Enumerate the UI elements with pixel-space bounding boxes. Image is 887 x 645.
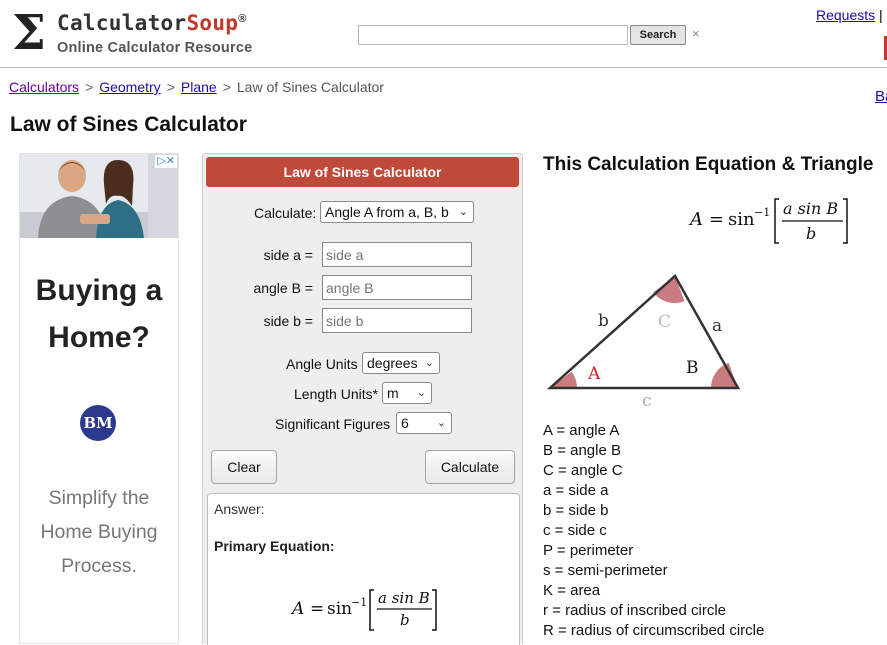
side-c-label: c bbox=[642, 391, 652, 411]
vertex-b-label: B bbox=[686, 358, 699, 378]
equation-numerator: a sin B bbox=[783, 199, 838, 218]
equation-equals: = bbox=[310, 599, 324, 619]
equation-func: sin bbox=[327, 599, 352, 619]
ad-subtext-line: Simplify the bbox=[48, 487, 150, 509]
vertex-a-label: A bbox=[587, 364, 601, 384]
chevron-down-icon: ⌄ bbox=[424, 357, 434, 369]
length-units-label: Length Units* bbox=[294, 386, 379, 402]
equation-func: sin bbox=[728, 209, 755, 230]
equation-numerator: a sin B bbox=[378, 589, 430, 607]
breadcrumb-link-plane[interactable]: Plane bbox=[181, 79, 217, 95]
equation-triangle-title: This Calculation Equation & Triangle bbox=[543, 154, 874, 175]
breadcrumb: Calculators > Geometry > Plane > Law of Sines … bbox=[9, 79, 384, 95]
advertisement[interactable]: ▷✕ Buying a Home? BM Simplify the Home B… bbox=[19, 153, 179, 644]
search-input[interactable] bbox=[358, 25, 628, 45]
side-a-label: a bbox=[712, 316, 722, 336]
legend-item: K = area bbox=[543, 582, 601, 599]
ad-subtext-line: Process. bbox=[61, 555, 137, 577]
legend-item: A = angle A bbox=[543, 422, 620, 439]
calculate-select[interactable]: Angle A from a, B, b ⌄ bbox=[320, 201, 474, 223]
registered-mark: ® bbox=[238, 13, 247, 25]
angle-units-label: Angle Units bbox=[286, 356, 358, 372]
equation-exponent: −1 bbox=[351, 596, 367, 609]
equation-equals: = bbox=[709, 209, 724, 230]
side-b-input[interactable] bbox=[322, 308, 472, 333]
site-logo-wordmark[interactable]: CalculatorSoup® bbox=[57, 11, 247, 35]
calculator-header: Law of Sines Calculator bbox=[206, 157, 519, 187]
legend-item: C = angle C bbox=[543, 462, 623, 479]
breadcrumb-separator: > bbox=[222, 79, 231, 95]
length-units-value: m bbox=[387, 385, 399, 401]
vertex-c-label: C bbox=[658, 312, 671, 332]
chevron-down-icon: ⌄ bbox=[436, 417, 446, 429]
ad-photo-couple[interactable]: ▷✕ bbox=[20, 154, 178, 238]
calculator-panel: Law of Sines Calculator Calculate: Angle… bbox=[202, 153, 523, 645]
nav-separator: | bbox=[879, 7, 883, 23]
page-title: Law of Sines Calculator bbox=[10, 113, 247, 136]
breadcrumb-link-calculators[interactable]: Calculators bbox=[9, 79, 79, 95]
variable-legend: A = angle A B = angle B C = angle C a = … bbox=[543, 421, 764, 641]
requests-link[interactable]: Requests bbox=[816, 7, 875, 23]
legend-item: P = perimeter bbox=[543, 542, 634, 559]
ad-headline-line: Buying a bbox=[35, 274, 163, 307]
side-b-label: b bbox=[598, 311, 609, 331]
primary-equation-label: Primary Equation: bbox=[214, 538, 335, 554]
equation-denominator: b bbox=[806, 224, 816, 243]
main-equation: A = sin −1 a sin B b bbox=[688, 198, 848, 244]
side-nav-link[interactable]: Ba bbox=[875, 88, 887, 105]
answer-equation: A = sin −1 a sin B b bbox=[290, 589, 437, 631]
calculate-button[interactable]: Calculate bbox=[425, 450, 515, 484]
ad-headline-line: Home? bbox=[48, 321, 150, 354]
breadcrumb-current: Law of Sines Calculator bbox=[236, 79, 384, 95]
search-button[interactable]: Search bbox=[630, 25, 686, 45]
angle-b-input[interactable] bbox=[322, 275, 472, 300]
significant-figures-select[interactable]: 6 ⌄ bbox=[396, 412, 452, 434]
angle-units-value: degrees bbox=[367, 355, 418, 371]
legend-item: a = side a bbox=[543, 482, 609, 499]
side-b-label: side b = bbox=[263, 313, 313, 329]
clear-search-icon[interactable]: × bbox=[692, 26, 700, 41]
site-header: Σ CalculatorSoup® Online Calculator Reso… bbox=[0, 0, 887, 68]
chevron-down-icon: ⌄ bbox=[416, 387, 426, 399]
significant-figures-label: Significant Figures bbox=[275, 416, 391, 432]
legend-item: r = radius of inscribed circle bbox=[543, 602, 726, 619]
equation-exponent: −1 bbox=[754, 206, 770, 219]
breadcrumb-link-geometry[interactable]: Geometry bbox=[99, 79, 160, 95]
calculate-label: Calculate: bbox=[254, 205, 317, 221]
chevron-down-icon: ⌄ bbox=[458, 206, 468, 218]
ad-headline: Buying a Home? bbox=[20, 267, 178, 361]
length-units-select[interactable]: m ⌄ bbox=[382, 382, 432, 404]
ad-subtext: Simplify the Home Buying Process. bbox=[20, 481, 178, 583]
sigma-logo-icon[interactable]: Σ bbox=[12, 8, 52, 58]
legend-item: s = semi-perimeter bbox=[543, 562, 668, 579]
triangle-outline bbox=[546, 274, 741, 390]
brand-prefix: Calculator bbox=[57, 11, 187, 35]
answer-panel: Answer: Primary Equation: A = sin −1 a s… bbox=[207, 493, 520, 645]
legend-item: b = side b bbox=[543, 502, 609, 519]
answer-label: Answer: bbox=[214, 501, 265, 517]
side-a-input[interactable] bbox=[322, 242, 472, 267]
side-a-label: side a = bbox=[263, 247, 313, 263]
ad-subtext-line: Home Buying bbox=[40, 521, 158, 543]
brand-suffix: Soup bbox=[186, 11, 239, 35]
ad-brand-logo: BM bbox=[80, 405, 116, 441]
angle-units-select[interactable]: degrees ⌄ bbox=[362, 352, 440, 374]
significant-figures-value: 6 bbox=[401, 415, 409, 431]
breadcrumb-separator: > bbox=[85, 79, 94, 95]
breadcrumb-separator: > bbox=[166, 79, 175, 95]
calculate-select-value: Angle A from a, B, b bbox=[325, 204, 449, 220]
legend-item: c = side c bbox=[543, 522, 607, 539]
site-tagline: Online Calculator Resource bbox=[57, 40, 253, 56]
equation-denominator: b bbox=[400, 611, 410, 629]
equation-lhs: A bbox=[290, 599, 304, 619]
triangle-diagram: A B C a b c bbox=[546, 274, 741, 411]
ad-choices-icon[interactable]: ▷✕ bbox=[155, 155, 177, 168]
legend-item: R = radius of circumscribed circle bbox=[543, 622, 765, 639]
clear-button[interactable]: Clear bbox=[211, 450, 277, 484]
legend-item: B = angle B bbox=[543, 442, 621, 459]
equation-lhs: A bbox=[688, 209, 703, 230]
angle-b-label: angle B = bbox=[253, 280, 313, 296]
